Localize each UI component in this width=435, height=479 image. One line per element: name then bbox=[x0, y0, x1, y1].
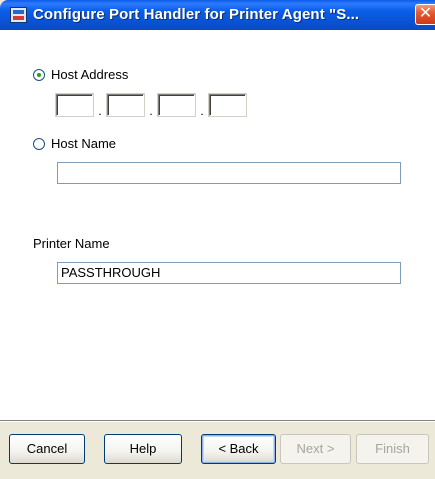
printer-name-field[interactable]: PASSTHROUGH bbox=[57, 262, 401, 284]
printer-name-label: Printer Name bbox=[33, 236, 110, 251]
next-button[interactable]: Next > bbox=[280, 434, 351, 464]
help-button[interactable]: Help bbox=[104, 434, 182, 464]
radio-checked-icon[interactable] bbox=[33, 68, 45, 81]
title-bar[interactable]: Configure Port Handler for Printer Agent… bbox=[0, 0, 435, 30]
host-address-octet-2[interactable] bbox=[107, 94, 144, 116]
host-name-option[interactable]: Host Name bbox=[33, 136, 116, 151]
host-address-octet-4[interactable] bbox=[209, 94, 246, 116]
host-address-octet-3[interactable] bbox=[158, 94, 195, 116]
host-address-input: . . . bbox=[56, 94, 246, 118]
host-name-field[interactable] bbox=[57, 162, 401, 184]
octet-separator: . bbox=[98, 104, 102, 118]
back-button[interactable]: < Back bbox=[201, 434, 276, 464]
host-address-option[interactable]: Host Address bbox=[33, 67, 128, 82]
radio-unchecked-icon[interactable] bbox=[33, 137, 45, 150]
octet-separator: . bbox=[149, 104, 153, 118]
host-name-label: Host Name bbox=[51, 136, 117, 151]
configure-port-handler-dialog: Configure Port Handler for Printer Agent… bbox=[0, 0, 435, 479]
host-address-label: Host Address bbox=[51, 67, 129, 82]
finish-button[interactable]: Finish bbox=[356, 434, 429, 464]
octet-separator: . bbox=[200, 104, 204, 118]
dialog-footer: Cancel Help < Back Next > Finish bbox=[0, 422, 435, 479]
host-address-octet-1[interactable] bbox=[56, 94, 93, 116]
window-app-icon bbox=[10, 7, 27, 23]
cancel-button[interactable]: Cancel bbox=[9, 434, 85, 464]
dialog-title: Configure Port Handler for Printer Agent… bbox=[33, 6, 360, 23]
dialog-content: Host Address . . . Host Name Printer Nam… bbox=[0, 30, 435, 420]
close-icon[interactable]: ✕ bbox=[415, 4, 435, 25]
